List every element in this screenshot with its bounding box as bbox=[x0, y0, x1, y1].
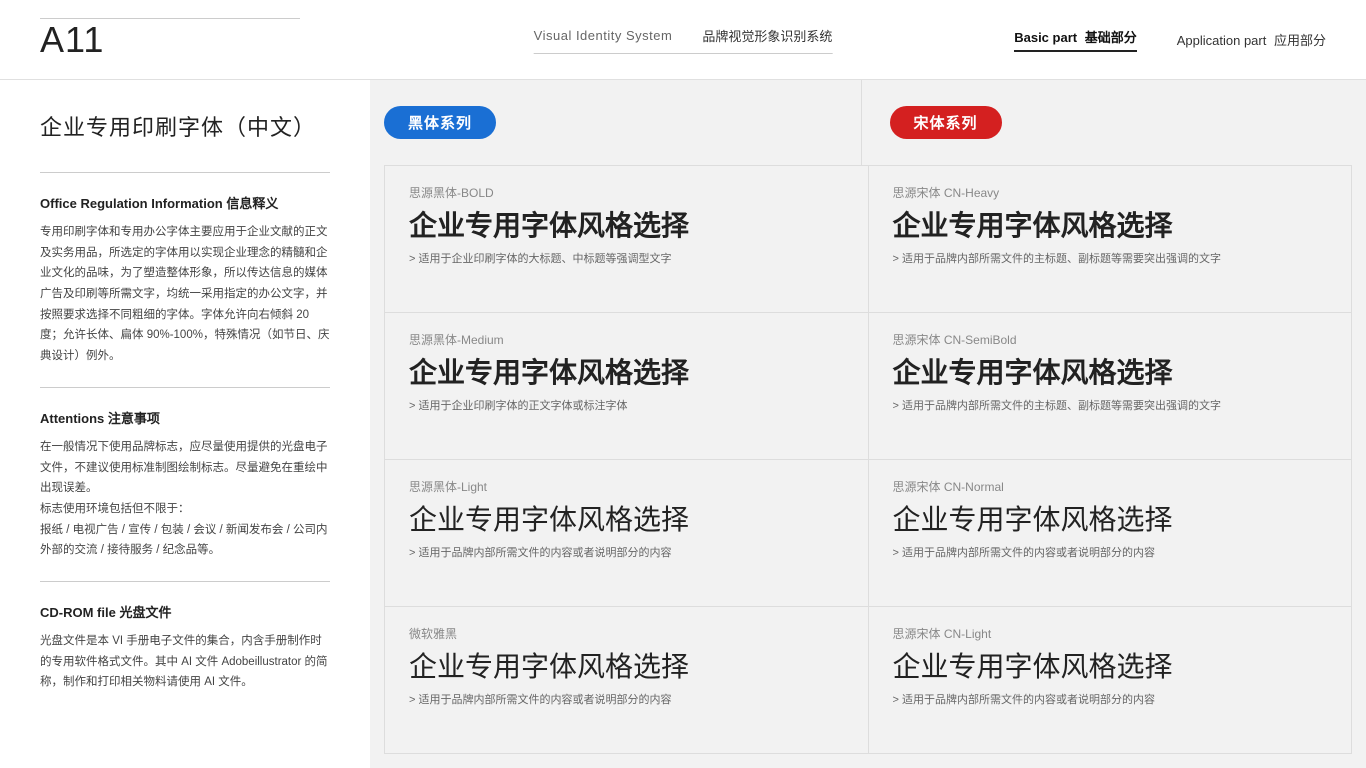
font-cell-heiti-medium: 思源黑体-Medium 企业专用字体风格选择 > 适用于企业印刷字体的正文字体或… bbox=[385, 313, 869, 459]
heiti-light-name: 思源黑体-Light bbox=[409, 478, 844, 495]
songti-semibold-desc: > 适用于品牌内部所需文件的主标题、副标题等需要突出强调的文字 bbox=[893, 398, 1328, 416]
heiti-light-demo: 企业专用字体风格选择 bbox=[409, 503, 844, 537]
heiti-medium-demo: 企业专用字体风格选择 bbox=[409, 356, 844, 390]
songti-header-pill: 宋体系列 bbox=[890, 106, 1002, 139]
heiti-medium-name: 思源黑体-Medium bbox=[409, 331, 844, 348]
songti-normal-desc: > 适用于品牌内部所需文件的内容或者说明部分的内容 bbox=[893, 545, 1328, 563]
font-cell-songti-light: 思源宋体 CN-Light 企业专用字体风格选择 > 适用于品牌内部所需文件的内… bbox=[869, 607, 1352, 753]
weiran-name: 微软雅黑 bbox=[409, 625, 844, 642]
vi-label-en: Visual Identity System bbox=[534, 28, 673, 43]
songti-heavy-demo: 企业专用字体风格选择 bbox=[893, 209, 1328, 243]
sidebar: 企业专用印刷字体（中文） Office Regulation Informati… bbox=[0, 80, 370, 768]
songti-normal-name: 思源宋体 CN-Normal bbox=[893, 478, 1328, 495]
page-id: A11 bbox=[40, 19, 380, 61]
heiti-label: 黑体系列 bbox=[408, 112, 472, 133]
section-body-1: 专用印刷字体和专用办公字体主要应用于企业文献的正文及实务用品，所选定的字体用以实… bbox=[40, 222, 330, 367]
font-cell-weiran: 微软雅黑 企业专用字体风格选择 > 适用于品牌内部所需文件的内容或者说明部分的内… bbox=[385, 607, 869, 753]
heiti-bold-desc: > 适用于企业印刷字体的大标题、中标题等强调型文字 bbox=[409, 251, 844, 269]
nav-basic[interactable]: Basic part 基础部分 bbox=[1014, 27, 1137, 46]
section-title-2: Attentions 注意事项 bbox=[40, 408, 330, 427]
heiti-bold-name: 思源黑体-BOLD bbox=[409, 184, 844, 201]
songti-semibold-demo: 企业专用字体风格选择 bbox=[893, 356, 1328, 390]
section-body-3: 光盘文件是本 VI 手册电子文件的集合，内含手册制作时的专用软件格式文件。其中 … bbox=[40, 631, 330, 693]
nav-application[interactable]: Application part 应用部分 bbox=[1177, 30, 1326, 49]
font-row-2: 思源黑体-Medium 企业专用字体风格选择 > 适用于企业印刷字体的正文字体或… bbox=[385, 313, 1351, 460]
songti-normal-demo: 企业专用字体风格选择 bbox=[893, 503, 1328, 537]
section-body-2: 在一般情况下使用品牌标志，应尽量使用提供的光盘电子文件，不建议使用标准制图绘制标… bbox=[40, 437, 330, 561]
font-cell-songti-normal: 思源宋体 CN-Normal 企业专用字体风格选择 > 适用于品牌内部所需文件的… bbox=[869, 460, 1352, 606]
sidebar-section-2: Attentions 注意事项 在一般情况下使用品牌标志，应尽量使用提供的光盘电… bbox=[40, 408, 330, 561]
font-cell-songti-heavy: 思源宋体 CN-Heavy 企业专用字体风格选择 > 适用于品牌内部所需文件的主… bbox=[869, 166, 1352, 312]
font-row-1: 思源黑体-BOLD 企业专用字体风格选择 > 适用于企业印刷字体的大标题、中标题… bbox=[385, 166, 1351, 313]
font-cell-songti-semibold: 思源宋体 CN-SemiBold 企业专用字体风格选择 > 适用于品牌内部所需文… bbox=[869, 313, 1352, 459]
header-top-line bbox=[40, 18, 300, 19]
heiti-medium-desc: > 适用于企业印刷字体的正文字体或标注字体 bbox=[409, 398, 844, 416]
songti-heavy-name: 思源宋体 CN-Heavy bbox=[893, 184, 1328, 201]
header-left: A11 bbox=[40, 19, 380, 61]
font-row-4: 微软雅黑 企业专用字体风格选择 > 适用于品牌内部所需文件的内容或者说明部分的内… bbox=[385, 607, 1351, 753]
sidebar-divider-2 bbox=[40, 387, 330, 388]
songti-label: 宋体系列 bbox=[914, 112, 978, 133]
sidebar-title: 企业专用印刷字体（中文） bbox=[40, 110, 330, 142]
songti-semibold-name: 思源宋体 CN-SemiBold bbox=[893, 331, 1328, 348]
sidebar-section-1: Office Regulation Information 信息释义 专用印刷字… bbox=[40, 193, 330, 367]
weiran-desc: > 适用于品牌内部所需文件的内容或者说明部分的内容 bbox=[409, 692, 844, 710]
sidebar-divider-3 bbox=[40, 581, 330, 582]
font-cell-heiti-light: 思源黑体-Light 企业专用字体风格选择 > 适用于品牌内部所需文件的内容或者… bbox=[385, 460, 869, 606]
sidebar-section-3: CD-ROM file 光盘文件 光盘文件是本 VI 手册电子文件的集合，内含手… bbox=[40, 602, 330, 693]
songti-light-demo: 企业专用字体风格选择 bbox=[893, 650, 1328, 684]
section-title-1: Office Regulation Information 信息释义 bbox=[40, 193, 330, 212]
sidebar-divider-1 bbox=[40, 172, 330, 173]
songti-light-desc: > 适用于品牌内部所需文件的内容或者说明部分的内容 bbox=[893, 692, 1328, 710]
heiti-bold-demo: 企业专用字体风格选择 bbox=[409, 209, 844, 243]
page-header: A11 Visual Identity System 品牌视觉形象识别系统 Ba… bbox=[0, 0, 1366, 80]
vi-label-cn: 品牌视觉形象识别系统 bbox=[702, 26, 832, 45]
font-row-3: 思源黑体-Light 企业专用字体风格选择 > 适用于品牌内部所需文件的内容或者… bbox=[385, 460, 1351, 607]
font-content-area: 黑体系列 宋体系列 思源黑体-BOLD 企业专用字体风格选择 > 适用于企业印刷… bbox=[370, 80, 1366, 768]
weiran-demo: 企业专用字体风格选择 bbox=[409, 650, 844, 684]
heiti-light-desc: > 适用于品牌内部所需文件的内容或者说明部分的内容 bbox=[409, 545, 844, 563]
font-cell-heiti-bold: 思源黑体-BOLD 企业专用字体风格选择 > 适用于企业印刷字体的大标题、中标题… bbox=[385, 166, 869, 312]
heiti-header-pill: 黑体系列 bbox=[384, 106, 496, 139]
songti-heavy-desc: > 适用于品牌内部所需文件的主标题、副标题等需要突出强调的文字 bbox=[893, 251, 1328, 269]
section-title-3: CD-ROM file 光盘文件 bbox=[40, 602, 330, 621]
main-content: 企业专用印刷字体（中文） Office Regulation Informati… bbox=[0, 80, 1366, 768]
songti-light-name: 思源宋体 CN-Light bbox=[893, 625, 1328, 642]
